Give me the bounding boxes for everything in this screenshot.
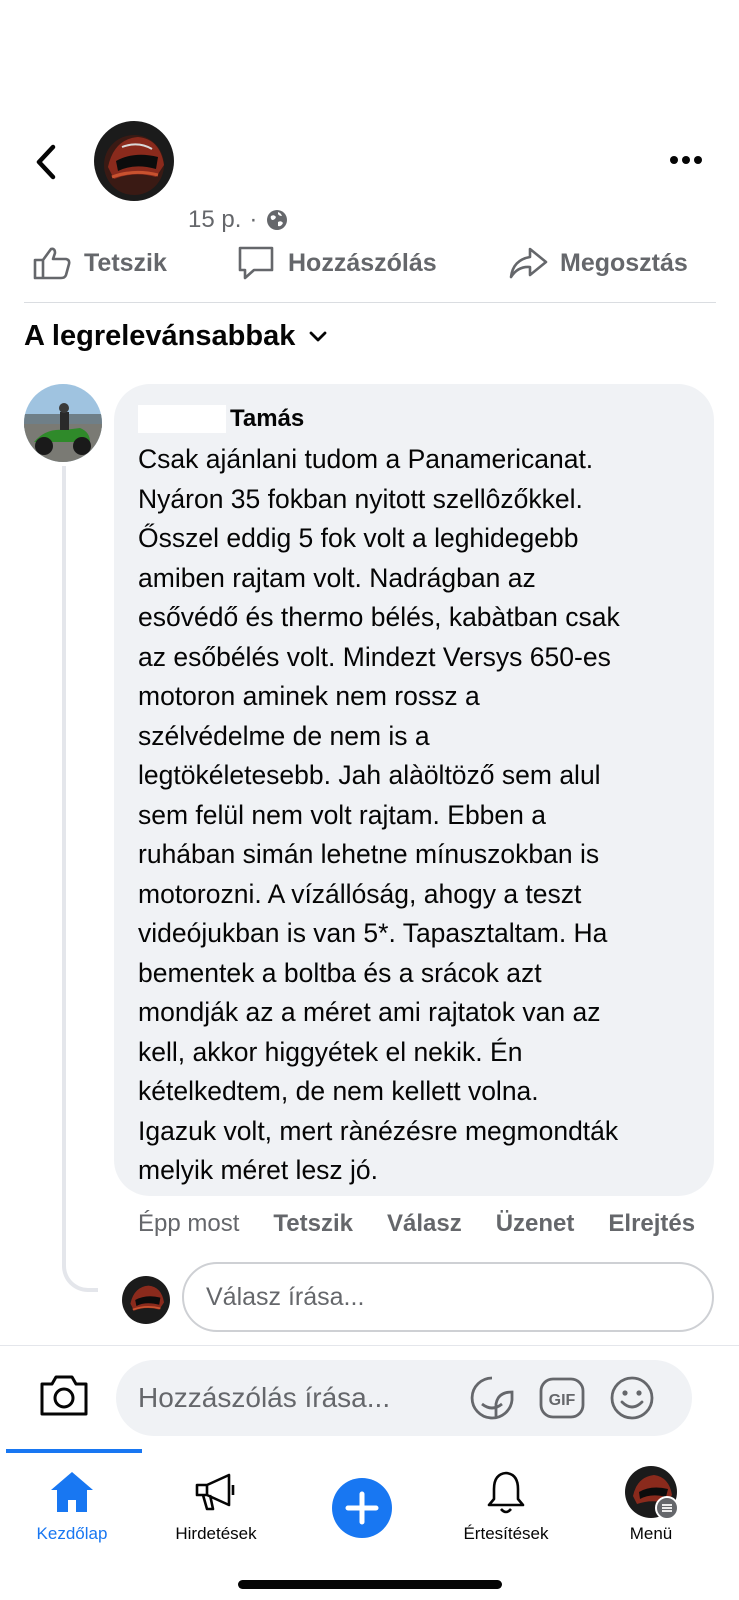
back-button[interactable] [28,140,64,184]
commenter-avatar[interactable] [24,384,102,462]
emoji-icon [610,1376,654,1420]
nav-notifications-label: Értesítések [463,1524,549,1543]
more-options-button[interactable] [668,150,708,170]
comment-timestamp: Épp most [138,1210,240,1237]
post-meta: 15 p. · [188,206,289,234]
nav-menu-label: Menü [629,1524,673,1543]
menu-avatar-wrap [623,1460,679,1524]
share-arrow-icon [509,247,548,279]
chevron-left-icon [36,144,56,180]
comment-like-button[interactable]: Tetszik [273,1210,353,1238]
chevron-down-icon [309,331,327,341]
meta-separator: · [249,206,258,233]
comment-reply-button[interactable]: Válasz [387,1210,462,1238]
divider [0,1345,739,1346]
comment-text: Csak ajánlani tudom a Panamericanat. Nyá… [138,444,620,1185]
home-icon-wrap [49,1460,95,1524]
nav-home-label: Kezdőlap [36,1524,108,1543]
more-dots-icon [670,156,702,164]
motorcycle-photo-avatar [24,384,102,462]
globe-icon [267,210,288,230]
reply-placeholder: Válasz írása... [206,1282,365,1311]
bell-icon [487,1471,525,1514]
post-action-row: Tetszik Hozzászólás Megosztás [0,240,739,300]
helmet-avatar-image [94,121,174,201]
post-time: 15 p. [188,206,242,233]
current-user-avatar [122,1276,170,1324]
plus-icon-wrap [332,1460,392,1556]
home-indicator[interactable] [238,1580,502,1589]
nav-create[interactable] [288,1460,436,1556]
comment-sort-dropdown[interactable]: A legrelevánsabbak [24,320,327,353]
post-author-avatar[interactable] [94,121,174,201]
like-label: Tetszik [84,248,167,277]
comment-button[interactable]: Hozzászólás [236,240,437,286]
camera-button[interactable] [38,1372,90,1420]
helmet-avatar-image [122,1276,170,1324]
megaphone-icon-wrap [193,1460,239,1524]
comment-author[interactable]: Tamás [230,405,304,433]
plus-circle-icon [332,1478,392,1538]
nav-notifications[interactable]: Értesítések [432,1460,580,1544]
bell-icon-wrap [485,1460,527,1524]
megaphone-icon [195,1473,235,1511]
sticker-icon [470,1376,514,1420]
active-tab-indicator [6,1449,142,1453]
sticker-button[interactable] [468,1374,516,1422]
comment-bubble[interactable]: Tamás Csak ajánlani tudom a Panamericana… [114,384,714,1196]
compose-placeholder: Hozzászólás írása... [138,1382,391,1413]
thumbs-up-icon [33,247,71,280]
nav-home[interactable]: Kezdőlap [0,1460,146,1544]
gif-icon: GIF [539,1377,585,1419]
menu-avatar-icon [625,1466,679,1520]
comment-compose-input[interactable]: Hozzászólás írása... [116,1360,692,1436]
emoji-button[interactable] [608,1374,656,1422]
divider [24,302,716,303]
comment-message-button[interactable]: Üzenet [496,1210,575,1238]
share-label: Megosztás [560,248,688,277]
svg-text:GIF: GIF [549,1392,576,1409]
sort-label: A legrelevánsabbak [24,320,296,352]
share-button[interactable]: Megosztás [508,240,688,286]
gif-button[interactable]: GIF [538,1374,586,1422]
comment-author-row: Tamás [138,402,692,436]
reply-thread-line [62,466,98,1292]
comment-actions: Épp most Tetszik Válasz Üzenet Elrejtés [138,1210,729,1238]
nav-ads[interactable]: Hirdetések [142,1460,290,1544]
redacted-name [138,405,226,433]
nav-ads-label: Hirdetések [175,1524,257,1543]
like-button[interactable]: Tetszik [32,240,167,286]
comment-bubble-icon [238,246,274,280]
nav-menu[interactable]: Menü [577,1460,725,1544]
home-icon [51,1472,93,1512]
comment-hide-button[interactable]: Elrejtés [608,1210,695,1238]
comment-label: Hozzászólás [288,248,437,277]
reply-input[interactable]: Válasz írása... [182,1262,714,1332]
camera-icon [40,1375,88,1416]
